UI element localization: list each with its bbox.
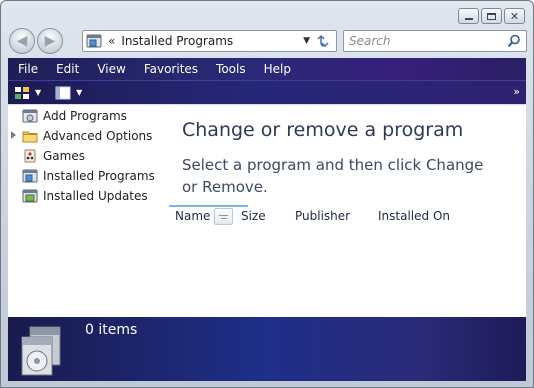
column-header-size[interactable]: Size	[241, 209, 266, 223]
search-input[interactable]	[344, 34, 507, 48]
menu-bar: File Edit View Favorites Tools Help	[8, 58, 526, 80]
close-icon: ✕	[509, 9, 520, 23]
sorted-column-indicator	[169, 205, 248, 207]
menu-edit[interactable]: Edit	[56, 62, 79, 76]
add-programs-icon	[22, 109, 38, 123]
chevron-down-icon: ▼	[76, 88, 83, 97]
back-arrow-icon: ◀	[16, 33, 28, 49]
refresh-icon[interactable]	[316, 34, 330, 48]
sidebar-item-installed-updates[interactable]: Installed Updates	[22, 187, 148, 205]
menu-favorites[interactable]: Favorites	[144, 62, 198, 76]
menu-help[interactable]: Help	[264, 62, 291, 76]
navigation-tree: Add Programs Advanced Options Games Inst…	[8, 105, 168, 317]
caption-buttons: ✕	[458, 8, 525, 24]
column-header-name[interactable]: Name	[175, 209, 210, 223]
menu-file[interactable]: File	[18, 62, 38, 76]
search-box	[343, 30, 527, 52]
forward-arrow-icon: ▶	[44, 33, 56, 49]
column-header-installed-on[interactable]: Installed On	[378, 209, 450, 223]
nav-buttons: ◀ ▶	[9, 27, 65, 55]
minimize-icon	[464, 18, 473, 20]
sidebar-item-label: Installed Updates	[43, 189, 148, 203]
sidebar-item-installed-programs[interactable]: Installed Programs	[22, 167, 155, 185]
expand-arrow-icon[interactable]	[11, 131, 16, 139]
menu-view[interactable]: View	[97, 62, 125, 76]
navigation-row: ◀ ▶ « Installed Programs ▼	[9, 27, 527, 55]
explorer-window: ✕ ◀ ▶ « Installed Programs ▼ Search File…	[0, 0, 534, 388]
menu-tools[interactable]: Tools	[216, 62, 246, 76]
toolbar-overflow-icon[interactable]: »	[513, 85, 520, 98]
sidebar-item-add-programs[interactable]: Add Programs	[22, 107, 127, 125]
page-description: Select a program and then click Change o…	[182, 156, 484, 196]
page-title: Change or remove a program	[182, 119, 464, 141]
sidebar-item-label: Add Programs	[43, 109, 127, 123]
item-count: 0 items	[85, 322, 138, 338]
games-icon	[24, 149, 36, 163]
breadcrumb-separator[interactable]: «	[108, 34, 115, 48]
installed-programs-icon	[86, 34, 102, 48]
sidebar-item-label: Installed Programs	[43, 169, 155, 183]
forward-button[interactable]: ▶	[37, 28, 63, 54]
folder-icon	[22, 131, 38, 143]
chevron-down-icon[interactable]: ▼	[303, 36, 310, 46]
views-button[interactable]: ▼	[14, 86, 41, 100]
views-icon	[15, 86, 29, 99]
installed-programs-icon	[22, 169, 38, 183]
programs-box-icon	[21, 326, 61, 376]
back-button[interactable]: ◀	[9, 28, 35, 54]
details-pane: 0 items	[8, 317, 526, 381]
maximize-button[interactable]	[481, 8, 502, 24]
chevron-down-icon: ▼	[35, 88, 42, 97]
maximize-icon	[487, 12, 496, 20]
sidebar-item-advanced-options[interactable]: Advanced Options	[11, 127, 153, 145]
sidebar-item-label: Advanced Options	[43, 129, 153, 143]
sidebar-item-games[interactable]: Games	[22, 147, 85, 165]
content-area: Add Programs Advanced Options Games Inst…	[8, 105, 526, 317]
close-button[interactable]: ✕	[504, 8, 525, 24]
address-location[interactable]: Installed Programs	[121, 34, 303, 48]
column-header-publisher[interactable]: Publisher	[295, 209, 350, 223]
minimize-button[interactable]	[458, 8, 479, 24]
layout-button[interactable]: ▼	[55, 86, 82, 100]
column-filter-button[interactable]	[214, 208, 233, 225]
search-icon[interactable]	[507, 34, 521, 48]
toolbar: ▼ ▼ »	[8, 80, 526, 104]
filter-icon	[219, 214, 228, 216]
layout-icon	[55, 86, 71, 99]
installed-updates-icon	[22, 189, 38, 203]
column-headers: Name Size Publisher Installed On	[169, 205, 526, 227]
address-bar[interactable]: « Installed Programs ▼	[82, 30, 337, 52]
sidebar-item-label: Games	[43, 149, 85, 163]
filter-icon-line	[220, 217, 227, 219]
